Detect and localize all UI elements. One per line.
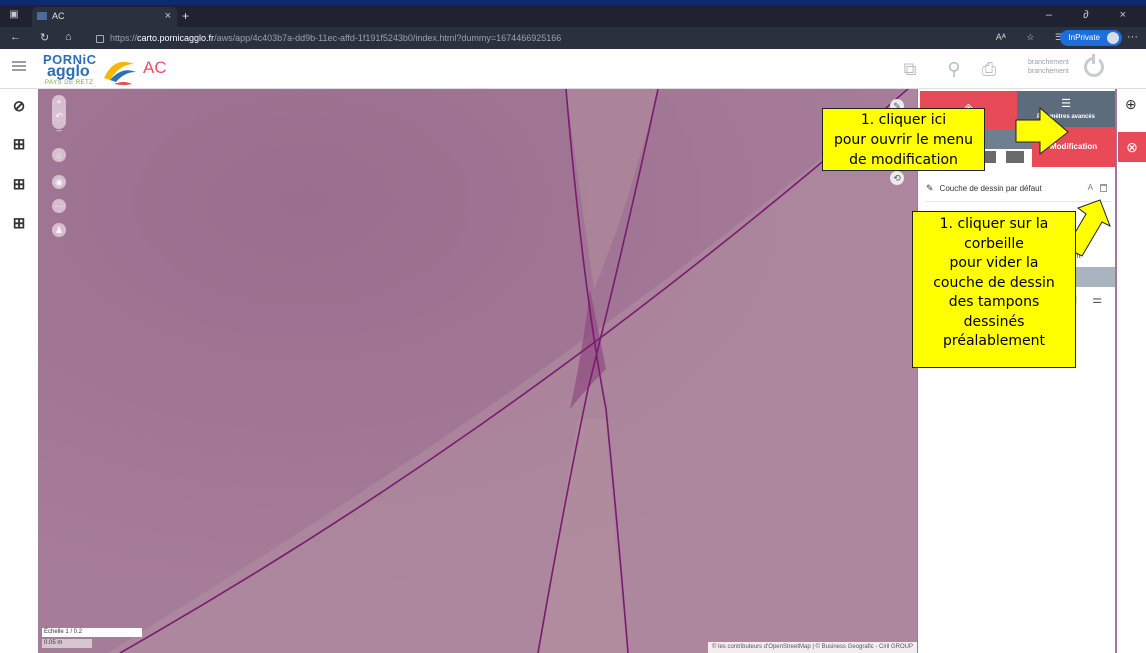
favorites-add-icon[interactable]: ☆ [1026, 32, 1034, 42]
map-attribution: © les contributeurs d'OpenStreetMap | © … [708, 642, 917, 653]
app-name: AC [143, 58, 167, 77]
settings-sliders-icon[interactable]: ⚌ [1092, 294, 1102, 306]
add-layer-icon[interactable]: ⊞ [9, 135, 29, 155]
url-path: /aws/app/4c403b7a-dd9b-11ec-affd-1f191f5… [214, 33, 562, 43]
share-icon[interactable]: ⋯ [52, 199, 66, 213]
profile-avatar [1107, 32, 1119, 44]
right-panel: ◈ ☰ Paramètres avancés ✎Couche de dessin… [917, 89, 1117, 653]
callout1-line: pour ouvrir le menu [833, 132, 974, 148]
refresh-icon[interactable]: ↻ [40, 31, 49, 44]
callout-trash: 1. cliquer sur la corbeille pour vider l… [912, 211, 1076, 368]
callout1-arrow-icon [1015, 106, 1069, 156]
search-icon[interactable]: ⚲ [940, 55, 968, 83]
window-controls[interactable]: – ∂ × [1046, 9, 1140, 21]
tab-close-icon[interactable]: × [165, 10, 171, 22]
callout-open-menu: 1. cliquer ici pour ouvrir le menu de mo… [822, 108, 985, 171]
stamp-icon[interactable]: ⊗ [1118, 132, 1146, 162]
url-prefix: https:// [110, 33, 138, 43]
logo-agglo-text: agglo [47, 63, 90, 80]
callout2-line: pour vider la [949, 255, 1039, 271]
tab-favicon-icon [37, 12, 47, 20]
logo-retz-text: PAYS DE RETZ [45, 80, 94, 86]
globe-icon[interactable]: ⊕ [1125, 96, 1137, 113]
branch-line2: branchement [1028, 68, 1069, 75]
back-arrow-icon[interactable]: ← [10, 31, 21, 43]
callout2-line: préalablement [943, 333, 1045, 349]
app-header: PORNiC agglo PAYS DE RETZ AC ⧉ ⚲ ⎙ branc… [0, 49, 1146, 123]
callout2-line: corbeille [964, 235, 1024, 252]
right-toolbar [1117, 89, 1146, 653]
new-tab-button[interactable]: + [182, 9, 189, 23]
power-icon[interactable] [1084, 54, 1104, 77]
branch-label: branchement branchement [1028, 58, 1069, 76]
browser-tab[interactable]: AC × [32, 7, 177, 27]
drawing-layer-row[interactable]: ✎ Couche de dessin par défaut A [926, 181, 1111, 195]
trash-icon[interactable] [1100, 184, 1107, 192]
window-menu-icon[interactable]: ▣ [8, 9, 20, 21]
read-aloud-icon[interactable]: Aᴬ [996, 32, 1006, 42]
map-drawing [38, 89, 917, 653]
callout1-line: de modification [849, 152, 958, 168]
left-toolbar: ⊘ ⊞ ⊞ ⊞ [0, 89, 38, 653]
url-field[interactable]: https://carto.pornicagglo.fr/aws/app/4c4… [96, 30, 946, 46]
pencil-icon: ✎ [926, 183, 934, 193]
pan-arrows-icon[interactable]: ↶ [52, 109, 66, 123]
locate-icon[interactable]: ◉ [52, 175, 66, 189]
add-layer-icon[interactable]: ⊞ [9, 214, 29, 234]
map-canvas[interactable]: +·– ↶ ⌂ ◉ ⋯ ♟ ✎ ⟲ Échelle 1 / 0.2 0.05 m… [38, 89, 917, 653]
callout2-line: 1. cliquer sur la [939, 216, 1049, 232]
callout1-line: 1. cliquer ici [860, 112, 947, 128]
home-view-icon[interactable]: ⌂ [52, 148, 66, 162]
more-menu-icon[interactable]: ··· [1127, 31, 1138, 43]
street-view-icon[interactable]: ♟ [52, 223, 66, 237]
inprivate-badge[interactable]: InPrivate [1060, 30, 1122, 46]
inprivate-label: InPrivate [1068, 33, 1100, 42]
text-style-icon[interactable]: A [1088, 181, 1093, 195]
callout2-line: dessinés [963, 313, 1025, 330]
layers-icon[interactable]: ⧉ [896, 55, 924, 83]
add-layer-icon[interactable]: ⊞ [9, 175, 29, 195]
browser-tab-bar: ▣ AC × + – ∂ × [0, 5, 1146, 27]
branch-line1: branchement [1028, 59, 1069, 66]
print-icon[interactable]: ⎙ [975, 55, 1003, 83]
address-bar-row: ← ↻ ⌂ https://carto.pornicagglo.fr/aws/a… [0, 27, 1146, 49]
scale-bar: 0.05 m [42, 639, 92, 648]
drawing-layer-name: Couche de dessin par défaut [939, 184, 1042, 193]
logo-swoosh-icon [104, 61, 136, 85]
lock-icon [96, 34, 104, 43]
search-location-icon[interactable]: ⊘ [9, 97, 29, 117]
tab-title: AC [52, 11, 65, 21]
scale-label: Échelle 1 / 0.2 [42, 628, 142, 637]
measure-tool-icon[interactable]: ⟲ [890, 171, 904, 185]
left-menu-icon[interactable] [12, 59, 26, 73]
home-icon[interactable]: ⌂ [65, 31, 72, 43]
url-host: carto.pornicagglo.fr [137, 33, 215, 43]
callout2-line: des tampons [948, 294, 1040, 310]
callout2-line: couche de dessin [933, 274, 1055, 291]
